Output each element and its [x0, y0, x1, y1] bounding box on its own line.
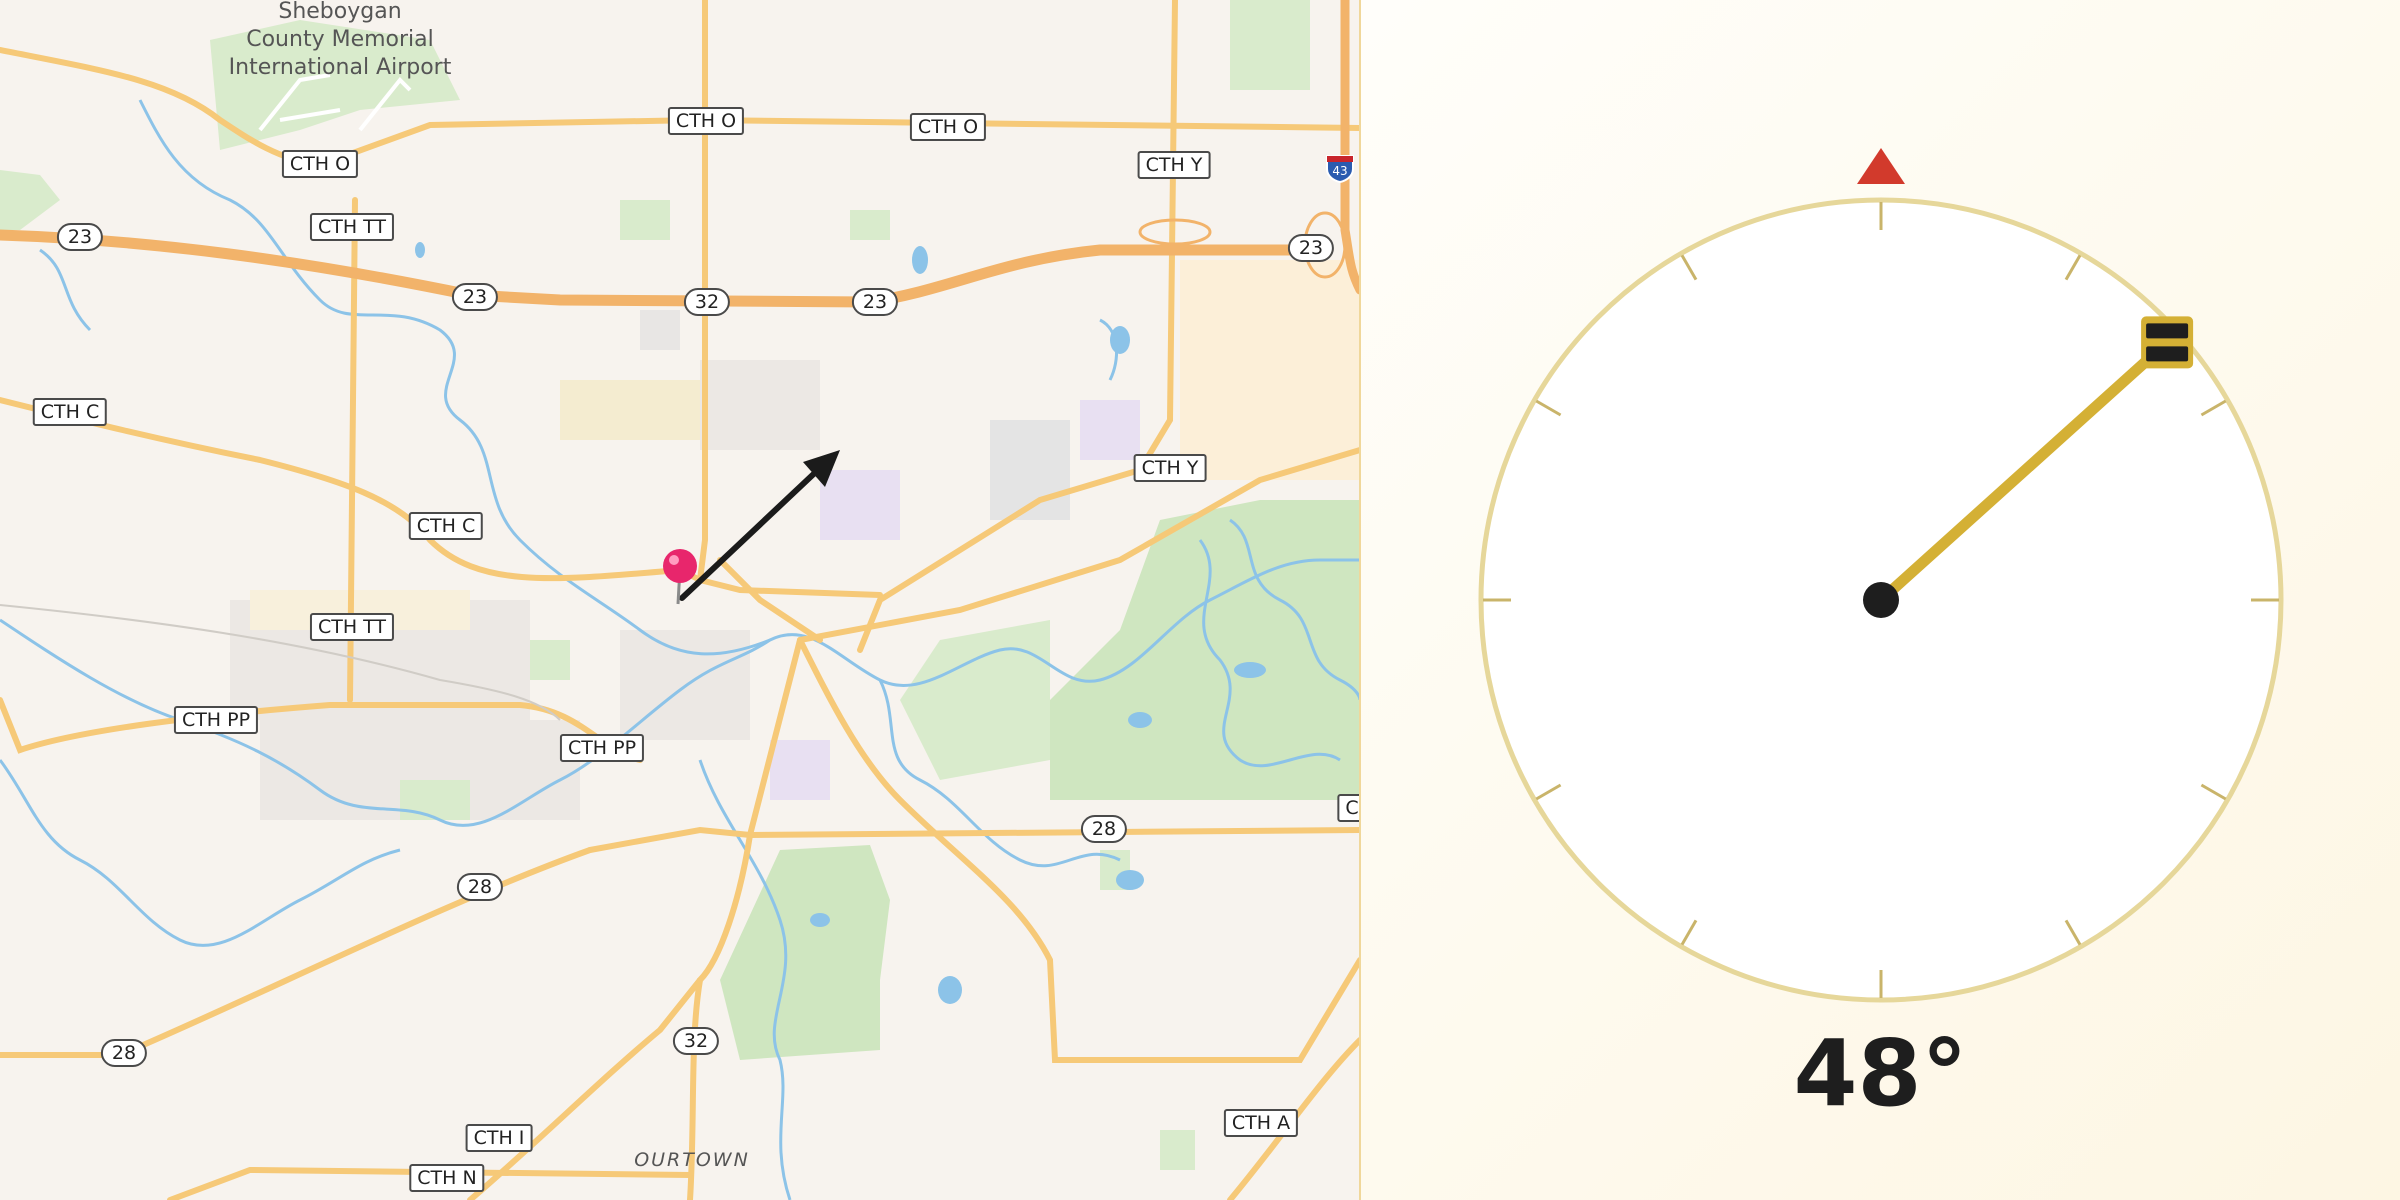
airport-label-line: Sheboygan	[278, 0, 402, 24]
route-label: CTH PP	[173, 706, 259, 734]
route-label: CTH TT	[309, 213, 395, 241]
route-label: 28	[1080, 815, 1128, 843]
district-label: OURTOWN	[634, 1149, 750, 1171]
route-label: 23	[851, 288, 899, 316]
map-panel[interactable]: Sheboygan County Memorial International …	[0, 0, 1360, 1200]
route-label: C	[1337, 794, 1360, 822]
map-pin-icon[interactable]	[663, 549, 697, 605]
compass-panel: 48°	[1361, 0, 2400, 1200]
route-label: CTH Y	[1133, 454, 1207, 482]
route-label: 32	[683, 288, 731, 316]
airport-label-line: International Airport	[228, 55, 452, 80]
route-label: CTH N	[409, 1164, 485, 1192]
needle-cap-icon[interactable]	[2141, 316, 2194, 369]
route-label: CTH C	[32, 398, 108, 426]
airport-label-line: County Memorial	[246, 27, 434, 52]
compass-hub	[1863, 582, 1899, 618]
route-label: CTH TT	[309, 613, 395, 641]
interstate-shield-icon: 43	[1325, 153, 1355, 183]
route-label: CTH O	[667, 107, 745, 135]
route-label: CTH C	[408, 512, 484, 540]
route-label: 32	[672, 1027, 720, 1055]
map-canvas[interactable]	[0, 0, 1360, 1200]
route-label: CTH O	[281, 150, 359, 178]
route-label: 28	[100, 1039, 148, 1067]
north-triangle-icon	[1857, 148, 1905, 184]
route-label: 28	[456, 873, 504, 901]
route-label: CTH Y	[1137, 151, 1211, 179]
airport-label: Sheboygan County Memorial International …	[229, 0, 452, 82]
heading-readout: 48°	[1793, 1020, 1968, 1127]
route-label: CTH I	[465, 1124, 533, 1152]
route-label: 23	[451, 283, 499, 311]
route-label: CTH A	[1223, 1109, 1299, 1137]
route-label: 23	[1287, 234, 1335, 262]
route-label: CTH O	[909, 113, 987, 141]
route-label: 23	[56, 223, 104, 251]
interstate-shield-number: 43	[1332, 164, 1347, 178]
route-label: CTH PP	[559, 734, 645, 762]
